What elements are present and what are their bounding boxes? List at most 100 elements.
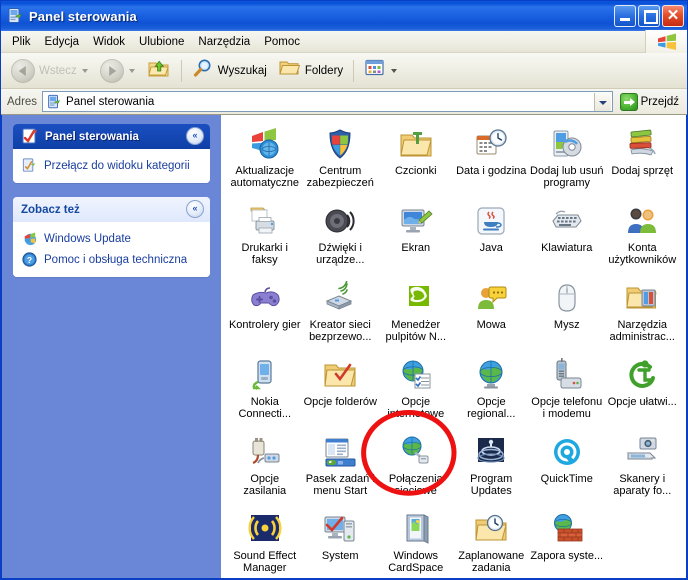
cpitem-fonts[interactable]: Czcionki — [378, 123, 454, 200]
up-button[interactable] — [141, 56, 177, 86]
cpitem-nokia-connectivity[interactable]: Nokia Connecti... — [227, 354, 303, 431]
cpitem-phone-modem-options[interactable]: Opcje telefonu i modemu — [529, 354, 605, 431]
fonts-folder-icon — [399, 127, 433, 161]
cpitem-label: Mowa — [476, 319, 506, 331]
taskbar-startmenu-icon — [323, 435, 357, 469]
cpitem-system[interactable]: System — [303, 508, 379, 578]
cpitem-nvidia-desktop-manager[interactable]: Menedżer pulpitów N... — [378, 277, 454, 354]
cpitem-label: Java — [479, 242, 503, 254]
sounds-audio-icon — [323, 204, 357, 238]
chevron-up-icon[interactable]: « — [186, 200, 204, 218]
chevron-up-icon[interactable]: « — [186, 127, 204, 145]
cpitem-scanners-cameras[interactable]: Skanery i aparaty fo... — [605, 431, 681, 508]
add-hardware-icon — [625, 127, 659, 161]
cpitem-sound-effect-manager[interactable]: Sound Effect Manager — [227, 508, 303, 578]
cpitem-internet-options[interactable]: Opcje internetowe — [378, 354, 454, 431]
menu-item-pomoc[interactable]: Pomoc — [257, 34, 307, 50]
cpitem-add-hardware[interactable]: Dodaj sprzęt — [605, 123, 681, 200]
sidebar-link-help-support[interactable]: ? Pomoc i obsługa techniczna — [21, 249, 202, 270]
menu-item-narzedzia[interactable]: Narzędzia — [191, 34, 257, 50]
panel-header[interactable]: Zobacz też « — [13, 197, 210, 222]
cpitem-speech[interactable]: Mowa — [454, 277, 530, 354]
search-label: Wyszukaj — [217, 64, 267, 77]
cpitem-label: Opcje ułatwi... — [607, 396, 677, 408]
svg-text:?: ? — [27, 255, 32, 265]
cpitem-label: Data i godzina — [456, 165, 527, 177]
sidebar-link-label: Pomoc i obsługa techniczna — [44, 253, 188, 266]
mouse-icon — [550, 281, 584, 315]
game-controllers-icon — [248, 281, 282, 315]
back-dropdown-caret-icon[interactable] — [81, 68, 88, 73]
cpitem-taskbar-startmenu[interactable]: Pasek zadań i menu Start — [303, 431, 379, 508]
folder-icon — [279, 57, 301, 84]
cpitem-keyboard[interactable]: Klawiatura — [529, 200, 605, 277]
forward-button[interactable] — [94, 56, 141, 86]
quicktime-icon — [550, 435, 584, 469]
back-label: Wstecz — [39, 64, 77, 77]
speech-icon — [474, 281, 508, 315]
search-button[interactable]: Wyszukaj — [186, 56, 273, 86]
cpitem-power-options[interactable]: Opcje zasilania — [227, 431, 303, 508]
cpitem-scheduled-tasks[interactable]: Zaplanowane zadania — [454, 508, 530, 578]
cpitem-add-remove-programs[interactable]: Dodaj lub usuń programy — [529, 123, 605, 200]
cpitem-printers-faxes[interactable]: Drukarki i faksy — [227, 200, 303, 277]
sidebar-panel-control-panel: Panel sterowania « Przełącz do widoku ka… — [13, 124, 210, 183]
menu-item-ulubione[interactable]: Ulubione — [132, 34, 191, 50]
cpitem-wireless-network-wizard[interactable]: Kreator sieci bezprzewo... — [303, 277, 379, 354]
sidebar-link-label: Przełącz do widoku kategorii — [44, 159, 190, 172]
cpitem-security-center[interactable]: Centrum zabezpieczeń — [303, 123, 379, 200]
sidebar-link-switch-category-view[interactable]: Przełącz do widoku kategorii — [21, 155, 202, 176]
window-title: Panel sterowania — [29, 8, 137, 24]
cpitem-label: Zaplanowane zadania — [458, 550, 525, 574]
menu-item-edycja[interactable]: Edycja — [38, 34, 87, 50]
printers-faxes-icon — [248, 204, 282, 238]
cpitem-mouse[interactable]: Mysz — [529, 277, 605, 354]
cpitem-sounds-audio[interactable]: Dźwięki i urządze... — [303, 200, 379, 277]
cpitem-label: Opcje folderów — [303, 396, 377, 408]
display-icon — [399, 204, 433, 238]
cpitem-date-time[interactable]: Data i godzina — [454, 123, 530, 200]
cpitem-regional-options[interactable]: Opcje regional... — [454, 354, 530, 431]
cpitem-java[interactable]: Java — [454, 200, 530, 277]
cpitem-firewall[interactable]: Zapora syste... — [529, 508, 605, 578]
menu-item-widok[interactable]: Widok — [86, 34, 132, 50]
views-dropdown-caret-icon[interactable] — [391, 68, 398, 73]
control-panel-icon-grid: Aktualizacje automatyczne Centrum zabezp… — [227, 123, 680, 578]
cpitem-accessibility-options[interactable]: Opcje ułatwi... — [605, 354, 681, 431]
cpitem-program-updates[interactable]: Program Updates — [454, 431, 530, 508]
toolbar-separator — [180, 59, 182, 82]
go-button[interactable]: Przejdź — [617, 91, 684, 113]
sidebar-link-windows-update[interactable]: Windows Update — [21, 228, 202, 249]
cpitem-quicktime[interactable]: QuickTime — [529, 431, 605, 508]
minimize-button[interactable] — [614, 5, 636, 27]
panel-header[interactable]: Panel sterowania « — [13, 124, 210, 149]
cpitem-label: Windows CardSpace — [388, 550, 444, 574]
folders-button[interactable]: Foldery — [273, 56, 349, 86]
cpitem-display[interactable]: Ekran — [378, 200, 454, 277]
cpitem-administrative-tools[interactable]: Narzędzia administrac... — [605, 277, 681, 354]
menu-item-plik[interactable]: Plik — [5, 34, 38, 50]
cpitem-automatic-updates[interactable]: Aktualizacje automatyczne — [227, 123, 303, 200]
magnifier-icon — [192, 57, 214, 84]
power-options-icon — [248, 435, 282, 469]
back-button[interactable]: Wstecz — [5, 56, 94, 86]
cpitem-user-accounts[interactable]: Konta użytkowników — [605, 200, 681, 277]
views-button[interactable] — [358, 56, 403, 86]
chevron-down-icon[interactable] — [593, 93, 611, 111]
network-connections-icon — [399, 435, 433, 469]
cpitem-label: System — [321, 550, 359, 562]
cpitem-windows-cardspace[interactable]: Windows CardSpace — [378, 508, 454, 578]
category-view-icon — [21, 157, 38, 174]
cpitem-game-controllers[interactable]: Kontrolery gier — [227, 277, 303, 354]
title-bar: Panel sterowania ✕ — [1, 1, 687, 31]
cpitem-folder-options[interactable]: Opcje folderów — [303, 354, 379, 431]
cpitem-network-connections[interactable]: Połączenia sieciowe — [378, 431, 454, 508]
windows-flag-icon — [645, 30, 687, 53]
maximize-button[interactable] — [638, 5, 660, 27]
close-button[interactable]: ✕ — [662, 5, 684, 27]
control-panel-icon — [21, 127, 40, 146]
java-icon — [474, 204, 508, 238]
folders-label: Foldery — [304, 64, 344, 77]
address-input[interactable]: Panel sterowania — [42, 91, 613, 112]
forward-dropdown-caret-icon[interactable] — [128, 68, 135, 73]
